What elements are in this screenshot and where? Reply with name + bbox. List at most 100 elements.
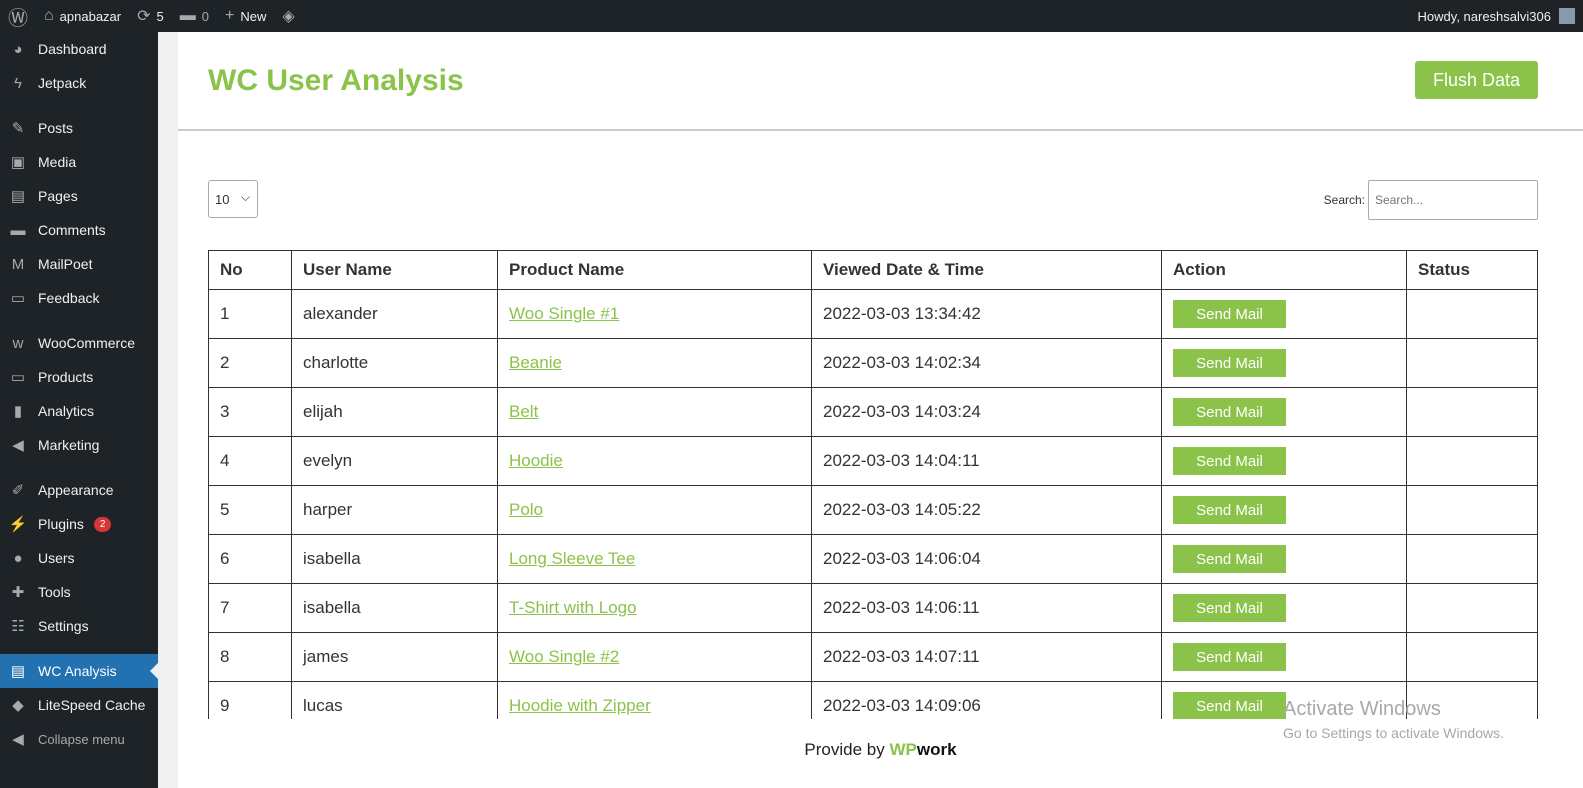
product-link[interactable]: Belt	[509, 402, 538, 421]
sidebar-item-tools[interactable]: ✚ Tools	[0, 575, 158, 609]
sidebar-item-posts[interactable]: ✎ Posts	[0, 111, 158, 145]
dashboard-icon: ◕	[13, 40, 23, 58]
action-cell: Send Mail	[1161, 436, 1407, 486]
column-header[interactable]: Status	[1406, 250, 1538, 290]
product-cell: Woo Single #2	[497, 632, 812, 682]
sidebar-item-label: WC Analysis	[38, 663, 117, 679]
sidebar-item-users[interactable]: ● Users	[0, 541, 158, 575]
table-scroll[interactable]: No User Name Product Name Viewed Date & Tim…	[208, 250, 1538, 719]
comments-link[interactable]: ▬ 0	[172, 0, 217, 32]
my-account[interactable]: Howdy, nareshsalvi306	[1410, 0, 1583, 32]
row-number: 2	[208, 338, 292, 388]
updates-link[interactable]: ⟳ 5	[129, 0, 172, 32]
sidebar-item-comments[interactable]: ▬ Comments	[0, 213, 158, 247]
column-header[interactable]: Product Name	[497, 250, 812, 290]
litespeed-link[interactable]: ◈	[274, 0, 302, 32]
site-name: apnabazar	[59, 8, 122, 24]
sidebar-item-feedback[interactable]: ▭ Feedback	[0, 281, 158, 315]
new-content-link[interactable]: + New	[217, 0, 274, 32]
product-link[interactable]: T-Shirt with Logo	[509, 598, 637, 617]
comments-count: 0	[201, 8, 209, 24]
product-link[interactable]: Long Sleeve Tee	[509, 549, 635, 568]
column-header[interactable]: Action	[1161, 250, 1407, 290]
sidebar-item-collapse-menu[interactable]: ◀ Collapse menu	[0, 722, 158, 756]
product-link[interactable]: Woo Single #1	[509, 304, 619, 323]
table-row: 7 isabella T-Shirt with Logo 2022-03-03 …	[208, 583, 1538, 633]
sidebar-item-analytics[interactable]: ▮ Analytics	[0, 394, 158, 428]
column-header[interactable]: Viewed Date & Time	[811, 250, 1162, 290]
table-row: 6 isabella Long Sleeve Tee 2022-03-03 14…	[208, 534, 1538, 584]
send-mail-button[interactable]: Send Mail	[1173, 349, 1286, 377]
send-mail-button[interactable]: Send Mail	[1173, 692, 1286, 719]
user-name: harper	[291, 485, 498, 535]
action-cell: Send Mail	[1161, 534, 1407, 584]
send-mail-button[interactable]: Send Mail	[1173, 594, 1286, 622]
user-name: alexander	[291, 289, 498, 339]
sidebar-item-dashboard[interactable]: ◕ Dashboard	[0, 32, 158, 66]
sidebar-item-wc-analysis[interactable]: ▤ WC Analysis	[0, 654, 158, 688]
wordpress-logo-button[interactable]: Ⓦ	[0, 0, 36, 32]
viewed-datetime: 2022-03-03 13:34:42	[811, 289, 1162, 339]
sidebar-item-appearance[interactable]: ✐ Appearance	[0, 473, 158, 507]
send-mail-button[interactable]: Send Mail	[1173, 447, 1286, 475]
row-number: 5	[208, 485, 292, 535]
user-name: james	[291, 632, 498, 682]
search-label: Search:	[1323, 193, 1365, 207]
updates-count: 5	[156, 8, 164, 24]
row-number: 6	[208, 534, 292, 584]
column-header[interactable]: User Name	[291, 250, 498, 290]
sidebar-item-pages[interactable]: ▤ Pages	[0, 179, 158, 213]
action-cell: Send Mail	[1161, 583, 1407, 633]
admin-sidebar: ◕ Dashboard ϟ Jetpack ✎ Posts ▣ Media ▤ Pages ▬ Com…	[0, 32, 158, 788]
send-mail-button[interactable]: Send Mail	[1173, 496, 1286, 524]
sidebar-item-label: Users	[38, 550, 75, 566]
user-analysis-table: No User Name Product Name Viewed Date & Tim…	[208, 250, 1538, 719]
sidebar-item-settings[interactable]: ☷ Settings	[0, 609, 158, 643]
page-length-select[interactable]: 10 ⌵	[208, 180, 258, 218]
sidebar-item-plugins[interactable]: ⚡ Plugins 2	[0, 507, 158, 541]
site-link[interactable]: ⌂ apnabazar	[36, 0, 129, 32]
send-mail-button[interactable]: Send Mail	[1173, 643, 1286, 671]
pin-icon: ✎	[11, 120, 25, 137]
product-link[interactable]: Woo Single #2	[509, 647, 619, 666]
product-link[interactable]: Hoodie	[509, 451, 563, 470]
product-link[interactable]: Hoodie with Zipper	[509, 696, 651, 715]
sidebar-item-media[interactable]: ▣ Media	[0, 145, 158, 179]
menu-separator	[0, 462, 158, 473]
sidebar-item-label: Media	[38, 154, 77, 170]
product-cell: Woo Single #1	[497, 289, 812, 339]
product-link[interactable]: Beanie	[509, 353, 562, 372]
viewed-datetime: 2022-03-03 14:07:11	[811, 632, 1162, 682]
sidebar-item-litespeed-cache[interactable]: ◆ LiteSpeed Cache	[0, 688, 158, 722]
column-header[interactable]: No	[208, 250, 292, 290]
menu-separator	[0, 643, 158, 654]
sidebar-item-label: Plugins	[38, 516, 84, 532]
user-icon: ●	[13, 549, 23, 567]
watermark-line1: Activate Windows	[1283, 698, 1441, 720]
sidebar-item-label: Dashboard	[38, 41, 107, 57]
action-cell: Send Mail	[1161, 289, 1407, 339]
send-mail-button[interactable]: Send Mail	[1173, 398, 1286, 426]
brush-icon: ✐	[11, 482, 25, 499]
search-input[interactable]	[1368, 180, 1538, 220]
sidebar-item-mailpoet[interactable]: M MailPoet	[0, 247, 158, 281]
send-mail-button[interactable]: Send Mail	[1173, 545, 1286, 573]
row-number: 7	[208, 583, 292, 633]
status-cell	[1406, 485, 1538, 535]
wordpress-icon: Ⓦ	[8, 7, 28, 30]
sidebar-item-jetpack[interactable]: ϟ Jetpack	[0, 66, 158, 100]
flush-data-button[interactable]: Flush Data	[1414, 61, 1538, 99]
comment-icon: ▬	[10, 221, 26, 239]
product-cell: Polo	[497, 485, 812, 535]
product-link[interactable]: Polo	[509, 500, 543, 519]
sidebar-item-marketing[interactable]: ◀ Marketing	[0, 428, 158, 462]
sidebar-item-products[interactable]: ▭ Products	[0, 360, 158, 394]
howdy-text: Howdy, nareshsalvi306	[1417, 8, 1551, 24]
viewed-datetime: 2022-03-03 14:03:24	[811, 387, 1162, 437]
search-area: Search:	[1324, 180, 1538, 220]
chevron-down-icon: ⌵	[240, 190, 250, 204]
send-mail-button[interactable]: Send Mail	[1173, 300, 1286, 328]
row-number: 8	[208, 632, 292, 682]
sidebar-item-woocommerce[interactable]: w WooCommerce	[0, 326, 158, 360]
footer-text: Provide by	[804, 740, 885, 759]
